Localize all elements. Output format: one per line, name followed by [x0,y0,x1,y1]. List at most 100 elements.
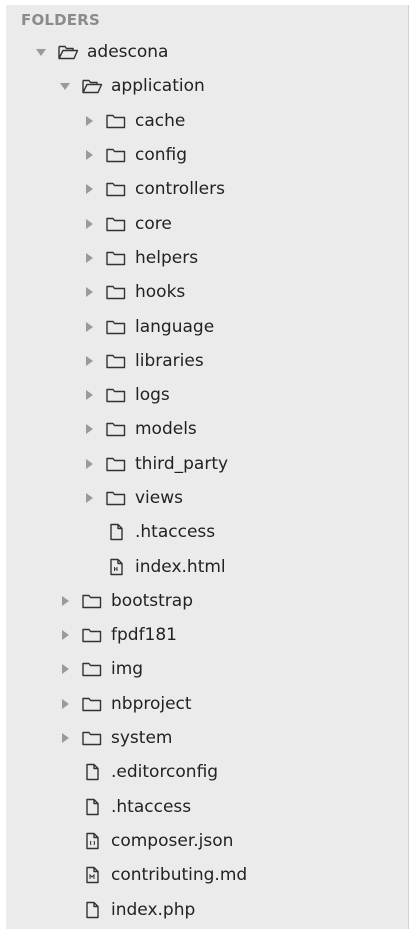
disclosure-triangle-right-icon[interactable] [81,456,97,472]
disclosure-triangle-right-icon[interactable] [81,490,97,506]
folder-item-fpdf181[interactable]: fpdf181 [6,618,408,652]
folder-item-views[interactable]: views [6,481,408,515]
file-item-dot-htaccess[interactable]: .htaccess [6,790,408,824]
folder-item-cache[interactable]: cache [6,104,408,138]
folders-header: FOLDERS [21,11,101,29]
folder-tree: adescona application cache config controller… [6,35,408,927]
folder-item-models[interactable]: models [6,412,408,446]
file-label: contributing.md [111,865,248,886]
disclosure-triangle-right-icon[interactable] [81,353,97,369]
file-item-dot-editorconfig[interactable]: .editorconfig [6,755,408,789]
disclosure-triangle-right-icon[interactable] [81,250,97,266]
json-file-icon [81,831,103,851]
folder-label: third_party [135,453,229,474]
folder-icon [105,351,127,371]
folder-label: nbproject [111,693,192,714]
disclosure-triangle-down-icon[interactable] [33,44,49,60]
folder-item-third-party[interactable]: third_party [6,447,408,481]
folder-icon [81,625,103,645]
folders-sidebar: FOLDERS adescona application cache config co… [6,5,409,929]
folder-item-img[interactable]: img [6,652,408,686]
file-label: .htaccess [111,796,192,817]
folder-item-hooks[interactable]: hooks [6,275,408,309]
folder-item-libraries[interactable]: libraries [6,344,408,378]
folder-icon [105,145,127,165]
folder-label: controllers [135,179,225,200]
folder-label: img [111,659,144,680]
html-file-icon [105,557,127,577]
folder-label: models [135,419,197,440]
folder-item-logs[interactable]: logs [6,378,408,412]
disclosure-triangle-right-icon[interactable] [81,181,97,197]
folder-item-adescona[interactable]: adescona [6,35,408,69]
folder-label: hooks [135,282,186,303]
file-icon [81,762,103,782]
folder-icon [81,659,103,679]
disclosure-triangle-right-icon[interactable] [57,661,73,677]
disclosure-triangle-right-icon[interactable] [81,113,97,129]
folder-icon [105,488,127,508]
file-icon [81,797,103,817]
folder-label: views [135,488,184,508]
file-label: .editorconfig [111,762,219,783]
disclosure-triangle-right-icon[interactable] [81,147,97,163]
disclosure-triangle-right-icon[interactable] [81,284,97,300]
folder-label: application [111,76,205,97]
disclosure-triangle-right-icon[interactable] [57,696,73,712]
folder-label: cache [135,110,186,131]
file-item-dot-htaccess[interactable]: .htaccess [6,515,408,549]
disclosure-triangle-right-icon[interactable] [81,319,97,335]
file-label: composer.json [111,830,234,851]
folder-icon [105,454,127,474]
disclosure-triangle-right-icon[interactable] [57,627,73,643]
disclosure-triangle-right-icon[interactable] [57,730,73,746]
folder-icon [105,179,127,199]
folder-icon [105,385,127,405]
folder-label: helpers [135,247,199,268]
file-item-index-html[interactable]: index.html [6,549,408,583]
file-label: index.php [111,899,196,920]
file-item-contributing-md[interactable]: contributing.md [6,858,408,892]
disclosure-triangle-right-icon[interactable] [81,421,97,437]
folder-icon [105,111,127,131]
folder-label: fpdf181 [111,625,177,646]
folder-label: logs [135,385,170,406]
file-icon [105,522,127,542]
file-icon [81,900,103,920]
folder-label: adescona [87,42,169,63]
folder-item-system[interactable]: system [6,721,408,755]
folder-item-controllers[interactable]: controllers [6,172,408,206]
folder-label: core [135,213,172,234]
folder-icon [105,248,127,268]
folder-icon [105,419,127,439]
disclosure-triangle-right-icon[interactable] [81,216,97,232]
file-label: .htaccess [135,522,216,543]
file-label: index.html [135,556,226,577]
folder-item-helpers[interactable]: helpers [6,241,408,275]
folder-item-config[interactable]: config [6,138,408,172]
folder-label: language [135,316,215,337]
folder-label: system [111,728,173,749]
folder-item-nbproject[interactable]: nbproject [6,687,408,721]
markdown-file-icon [81,865,103,885]
folder-icon [81,591,103,611]
folder-icon [81,728,103,748]
folder-item-bootstrap[interactable]: bootstrap [6,584,408,618]
folder-icon [81,694,103,714]
folder-item-core[interactable]: core [6,206,408,240]
folder-icon [105,214,127,234]
folder-item-application[interactable]: application [6,69,408,103]
folder-open-icon [81,76,103,96]
file-item-index-php[interactable]: index.php [6,892,408,926]
disclosure-triangle-right-icon[interactable] [57,593,73,609]
disclosure-triangle-right-icon[interactable] [81,387,97,403]
folder-item-language[interactable]: language [6,309,408,343]
folder-icon [105,282,127,302]
folder-label: bootstrap [111,590,193,611]
folder-label: libraries [135,350,204,371]
disclosure-triangle-down-icon[interactable] [57,78,73,94]
file-item-composer-json[interactable]: composer.json [6,824,408,858]
folder-open-icon [57,42,79,62]
folder-icon [105,317,127,337]
folder-label: config [135,145,188,166]
